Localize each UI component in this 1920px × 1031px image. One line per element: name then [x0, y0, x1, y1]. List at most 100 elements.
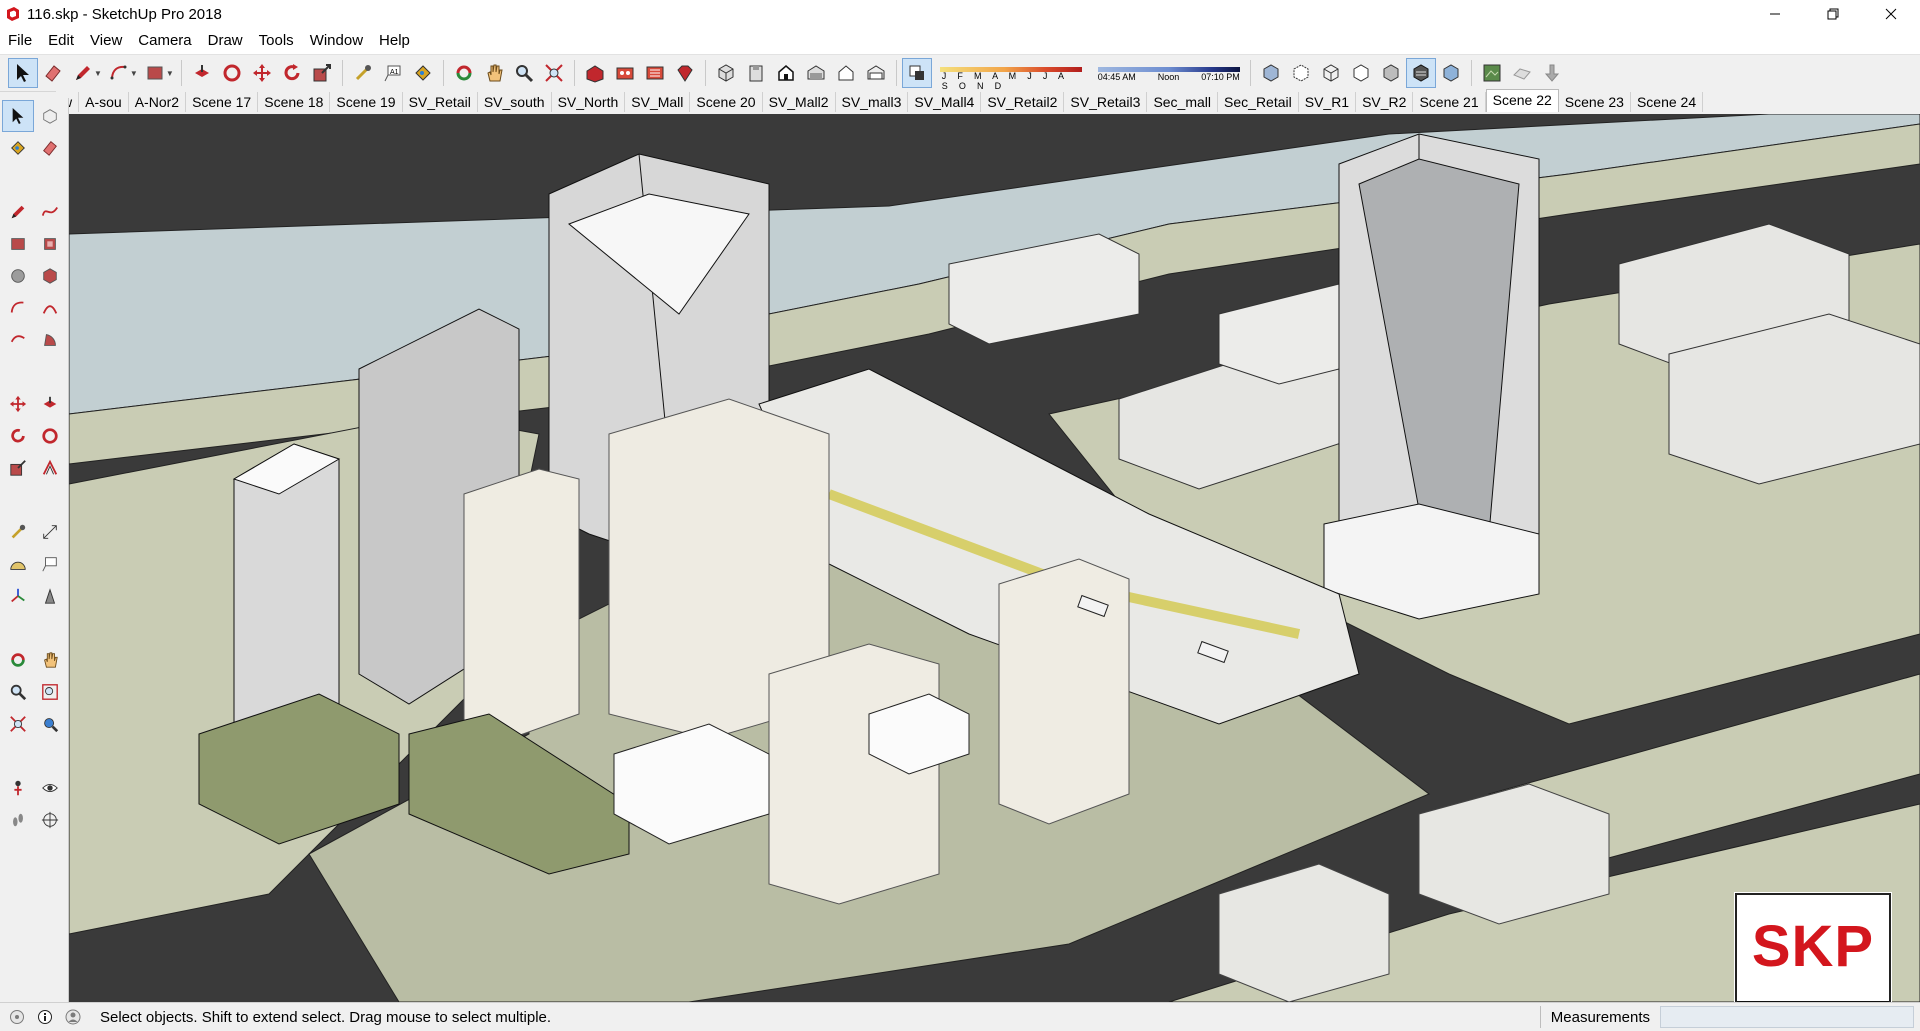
- scene-tab[interactable]: Scene 20: [690, 92, 763, 112]
- shadows-toggle-button[interactable]: [901, 58, 932, 88]
- lt-3d-text-button[interactable]: [34, 580, 66, 612]
- lt-tape-button[interactable]: [2, 516, 34, 548]
- paint-bucket-button[interactable]: [408, 58, 438, 88]
- shape-dropdown-caret[interactable]: ▼: [166, 69, 174, 78]
- orbit-button[interactable]: [449, 58, 479, 88]
- scene-tab[interactable]: SV_south: [478, 92, 552, 112]
- shaded-button[interactable]: [1376, 58, 1406, 88]
- scene-tab[interactable]: SV_mall3: [836, 92, 909, 112]
- lt-arc-button[interactable]: [2, 292, 34, 324]
- pencil-dropdown-caret[interactable]: ▼: [94, 69, 102, 78]
- select-tool-button[interactable]: [8, 58, 38, 88]
- lt-push-pull-button[interactable]: [34, 388, 66, 420]
- lt-zoom-button[interactable]: [2, 676, 34, 708]
- iso-view-button[interactable]: [711, 58, 741, 88]
- lt-orbit-button[interactable]: [2, 644, 34, 676]
- lt-rotated-rectangle-button[interactable]: [34, 228, 66, 260]
- extension-warehouse-button[interactable]: [610, 58, 640, 88]
- time-slider[interactable]: 04:45 AM Noon 07:10 PM: [1097, 67, 1240, 82]
- lt-offset-button[interactable]: [34, 452, 66, 484]
- photo-textures-button[interactable]: [1537, 58, 1567, 88]
- menu-window[interactable]: Window: [302, 28, 371, 54]
- scene-tab[interactable]: SV_R1: [1299, 92, 1357, 112]
- scene-tab[interactable]: Scene 24: [1631, 92, 1704, 112]
- lt-3point-arc-button[interactable]: [2, 324, 34, 356]
- lt-pie-button[interactable]: [34, 324, 66, 356]
- follow-me-button[interactable]: [217, 58, 247, 88]
- scene-tab[interactable]: SV_R2: [1356, 92, 1414, 112]
- lt-text-button[interactable]: [34, 548, 66, 580]
- front-view-button[interactable]: [771, 58, 801, 88]
- scene-tab[interactable]: Sec_Retail: [1218, 92, 1299, 112]
- tape-measure-button[interactable]: [348, 58, 378, 88]
- lt-pan-button[interactable]: [34, 644, 66, 676]
- share-model-button[interactable]: [640, 58, 670, 88]
- lt-make-component-button[interactable]: [34, 100, 66, 132]
- scale-tool-button[interactable]: [307, 58, 337, 88]
- scene-tab[interactable]: SV_Retail: [403, 92, 478, 112]
- scene-tab[interactable]: A-Nor2: [129, 92, 187, 112]
- scene-tab[interactable]: SV_Retail3: [1064, 92, 1148, 112]
- lt-paint-button[interactable]: [2, 132, 34, 164]
- month-slider[interactable]: J F M A M J J A S O N D: [939, 67, 1082, 91]
- arc-dropdown-caret[interactable]: ▼: [130, 69, 138, 78]
- lt-rectangle-button[interactable]: [2, 228, 34, 260]
- lt-line-button[interactable]: [2, 196, 34, 228]
- menu-help[interactable]: Help: [371, 28, 418, 54]
- lt-freehand-button[interactable]: [34, 196, 66, 228]
- text-tool-button[interactable]: A1: [378, 58, 408, 88]
- left-view-button[interactable]: [861, 58, 891, 88]
- lt-circle-button[interactable]: [2, 260, 34, 292]
- lt-position-camera-button[interactable]: [2, 772, 34, 804]
- menu-view[interactable]: View: [82, 28, 130, 54]
- scene-tab[interactable]: SV_Mall2: [763, 92, 836, 112]
- scene-tab[interactable]: SV_Retail2: [981, 92, 1065, 112]
- scene-tab[interactable]: Sec_mall: [1147, 92, 1219, 112]
- lt-zoom-extents-button[interactable]: [2, 708, 34, 740]
- lt-select-button[interactable]: [2, 100, 34, 132]
- menu-tools[interactable]: Tools: [251, 28, 302, 54]
- lt-protractor-button[interactable]: [2, 548, 34, 580]
- scene-tab[interactable]: Scene 22: [1485, 89, 1559, 112]
- lt-axes-button[interactable]: [2, 580, 34, 612]
- lt-eraser-button[interactable]: [34, 132, 66, 164]
- scene-tab[interactable]: Scene 17: [186, 92, 259, 112]
- restore-button[interactable]: [1804, 0, 1862, 28]
- scene-tab[interactable]: Scene 21: [1413, 92, 1486, 112]
- right-view-button[interactable]: [801, 58, 831, 88]
- scene-tab[interactable]: SV_Mall4: [908, 92, 982, 112]
- monochrome-button[interactable]: [1436, 58, 1466, 88]
- lt-polygon-button[interactable]: [34, 260, 66, 292]
- rotate-tool-button[interactable]: [277, 58, 307, 88]
- lt-follow-me-button[interactable]: [34, 420, 66, 452]
- zoom-button[interactable]: [509, 58, 539, 88]
- scene-tab[interactable]: SV_North: [552, 92, 626, 112]
- lt-scale-button[interactable]: [2, 452, 34, 484]
- menu-draw[interactable]: Draw: [200, 28, 251, 54]
- close-button[interactable]: [1862, 0, 1920, 28]
- top-view-button[interactable]: [741, 58, 771, 88]
- lt-dimension-button[interactable]: [34, 516, 66, 548]
- back-view-button[interactable]: [831, 58, 861, 88]
- shaded-textures-button[interactable]: [1405, 58, 1436, 88]
- lt-move-button[interactable]: [2, 388, 34, 420]
- back-edges-button[interactable]: [1286, 58, 1316, 88]
- lt-section-plane-button[interactable]: [34, 804, 66, 836]
- extension-manager-button[interactable]: [670, 58, 700, 88]
- lt-previous-view-button[interactable]: [34, 708, 66, 740]
- measurements-input[interactable]: [1660, 1006, 1914, 1028]
- credits-status-button[interactable]: [34, 1006, 56, 1028]
- zoom-extents-button[interactable]: [539, 58, 569, 88]
- push-pull-button[interactable]: [187, 58, 217, 88]
- warehouse-button[interactable]: [580, 58, 610, 88]
- lt-zoom-window-button[interactable]: [34, 676, 66, 708]
- scene-tab[interactable]: Scene 18: [258, 92, 331, 112]
- model-viewport[interactable]: [69, 114, 1920, 1002]
- menu-file[interactable]: File: [0, 28, 40, 54]
- geo-location-status-button[interactable]: [6, 1006, 28, 1028]
- move-tool-button[interactable]: [247, 58, 277, 88]
- eraser-tool-button[interactable]: [38, 58, 68, 88]
- pan-button[interactable]: [479, 58, 509, 88]
- scene-tab[interactable]: Scene 19: [330, 92, 403, 112]
- sign-in-status-button[interactable]: [62, 1006, 84, 1028]
